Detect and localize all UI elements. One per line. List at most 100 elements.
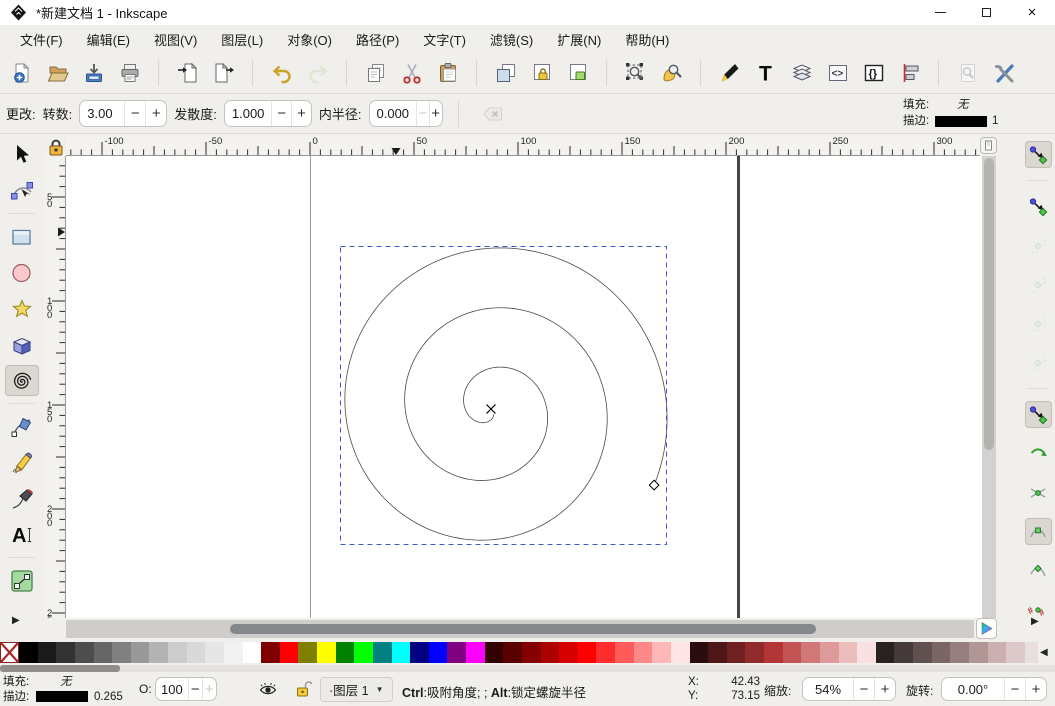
snap-bbox-edges[interactable] xyxy=(1025,232,1052,259)
horizontal-ruler[interactable]: -100 -50 0 50 100 150 200 250 300 xyxy=(66,136,980,156)
zoom-increase-button[interactable]: + xyxy=(874,678,895,700)
turns-field-decrease-button[interactable]: − xyxy=(124,101,145,126)
menu-filters[interactable]: 滤镜(S) xyxy=(478,26,545,53)
palette-swatch[interactable] xyxy=(782,642,802,663)
palette-swatch[interactable] xyxy=(540,642,560,663)
palette-swatch[interactable] xyxy=(205,642,224,663)
stroke-color-swatch[interactable] xyxy=(935,115,987,127)
undo-button[interactable] xyxy=(266,58,297,89)
spiral-tool[interactable] xyxy=(5,365,39,396)
palette-swatch[interactable] xyxy=(19,642,38,663)
layer-visibility-toggle[interactable] xyxy=(258,680,278,698)
snap-bbox-corners[interactable] xyxy=(1025,271,1052,298)
snapbar-expander[interactable]: ▶ xyxy=(1031,616,1039,627)
palette-swatch[interactable] xyxy=(559,642,578,663)
horizontal-scrollbar-thumb[interactable] xyxy=(230,624,816,634)
vertical-ruler[interactable]: 50100150200250 xyxy=(44,156,66,618)
divergence-field-increase-button[interactable]: + xyxy=(291,101,311,126)
palette-swatch[interactable] xyxy=(615,642,634,663)
stroke-color-swatch[interactable] xyxy=(36,691,88,702)
palette-swatch[interactable] xyxy=(521,642,541,663)
redo-button[interactable] xyxy=(302,58,333,89)
ellipse-tool[interactable] xyxy=(5,257,39,288)
palette-swatch[interactable] xyxy=(633,642,653,663)
palette-swatch[interactable] xyxy=(186,642,206,663)
snap-nodes[interactable] xyxy=(1024,401,1052,428)
clone-button[interactable] xyxy=(526,58,557,89)
calligraphy-tool[interactable] xyxy=(5,483,39,514)
guide-lock-toggle[interactable] xyxy=(46,137,66,156)
menu-file[interactable]: 文件(F) xyxy=(8,26,75,53)
fill-value[interactable]: 无 xyxy=(957,98,969,113)
palette-swatch[interactable] xyxy=(242,642,262,663)
opacity-decrease-button[interactable]: − xyxy=(187,678,202,700)
opacity-increase-button[interactable]: + xyxy=(201,678,216,700)
text-dialog-button[interactable]: T xyxy=(750,58,781,89)
pencil-tool[interactable] xyxy=(5,447,39,478)
bezier-tool[interactable] xyxy=(5,411,39,442)
snap-path-intersections[interactable] xyxy=(1025,479,1052,506)
copy-button[interactable] xyxy=(360,58,391,89)
palette-swatch[interactable] xyxy=(298,642,317,663)
star-tool[interactable] xyxy=(5,293,39,324)
snap-bbox-edge-midpoints[interactable] xyxy=(1025,310,1052,337)
find-button[interactable] xyxy=(952,58,983,89)
palette-swatch[interactable] xyxy=(1024,642,1038,663)
palette-swatch[interactable] xyxy=(168,642,187,663)
rotation-increase-button[interactable]: + xyxy=(1025,678,1046,700)
zoom-selection-button[interactable] xyxy=(620,58,651,89)
rotation-value[interactable]: 0.00° xyxy=(942,682,1004,697)
reset-defaults-button[interactable] xyxy=(478,98,509,129)
inner-radius-field[interactable]: 0.000− + xyxy=(368,100,443,127)
preferences-button[interactable] xyxy=(988,58,1019,89)
palette-swatch-none[interactable] xyxy=(0,642,19,663)
paste-button[interactable] xyxy=(432,58,463,89)
unlink-clone-button[interactable] xyxy=(562,58,593,89)
palette-swatch[interactable] xyxy=(130,642,150,663)
vertical-scrollbar[interactable] xyxy=(982,156,996,618)
palette-swatch[interactable] xyxy=(74,642,94,663)
fill-value[interactable]: 无 xyxy=(60,675,72,689)
new-document-button[interactable] xyxy=(6,58,37,89)
palette-swatch[interactable] xyxy=(950,642,969,663)
snap-bbox-centers[interactable] xyxy=(1025,349,1052,376)
inner-radius-field-increase-button[interactable]: + xyxy=(428,101,442,126)
palette-swatch[interactable] xyxy=(670,642,690,663)
palette-swatch[interactable] xyxy=(1006,642,1025,663)
box3d-tool[interactable] xyxy=(5,329,39,360)
palette-swatch[interactable] xyxy=(987,642,1007,663)
rectangle-tool[interactable] xyxy=(5,221,39,252)
palette-swatch[interactable] xyxy=(838,642,858,663)
palette-swatch[interactable] xyxy=(149,642,168,663)
palette-swatch[interactable] xyxy=(372,642,392,663)
palette-swatch[interactable] xyxy=(261,642,280,663)
divergence-field-decrease-button[interactable]: − xyxy=(271,101,291,126)
object-properties-button[interactable]: {} xyxy=(858,58,889,89)
toolbox-expander[interactable]: ▶ xyxy=(12,615,20,626)
menu-layer[interactable]: 图层(L) xyxy=(209,26,275,53)
menu-text[interactable]: 文字(T) xyxy=(411,26,478,53)
menu-edit[interactable]: 编辑(E) xyxy=(75,26,142,53)
palette-swatch[interactable] xyxy=(447,642,466,663)
opacity-spinner[interactable]: 100− + xyxy=(155,677,217,701)
palette-swatch[interactable] xyxy=(968,642,988,663)
snap-smooth-nodes[interactable] xyxy=(1025,557,1052,584)
palette-swatch[interactable] xyxy=(726,642,746,663)
palette-swatch[interactable] xyxy=(56,642,75,663)
text-tool[interactable]: A xyxy=(5,519,39,550)
zoom-decrease-button[interactable]: − xyxy=(853,678,874,700)
fill-stroke-dialog-button[interactable] xyxy=(714,58,745,89)
rotation-decrease-button[interactable]: − xyxy=(1004,678,1025,700)
palette-swatch[interactable] xyxy=(577,642,597,663)
duplicate-button[interactable] xyxy=(490,58,521,89)
stroke-width-value[interactable]: 0.265 xyxy=(94,690,123,704)
layers-dialog-button[interactable] xyxy=(786,58,817,89)
cut-button[interactable] xyxy=(396,58,427,89)
palette-swatch[interactable] xyxy=(37,642,57,663)
palette-swatch[interactable] xyxy=(466,642,485,663)
palette-swatch[interactable] xyxy=(391,642,411,663)
spiral-outer-handle[interactable] xyxy=(648,479,660,491)
layer-lock-toggle[interactable] xyxy=(295,679,313,698)
opacity-value[interactable]: 100 xyxy=(156,682,188,697)
divergence-field-value[interactable]: 1.000 xyxy=(225,106,272,121)
